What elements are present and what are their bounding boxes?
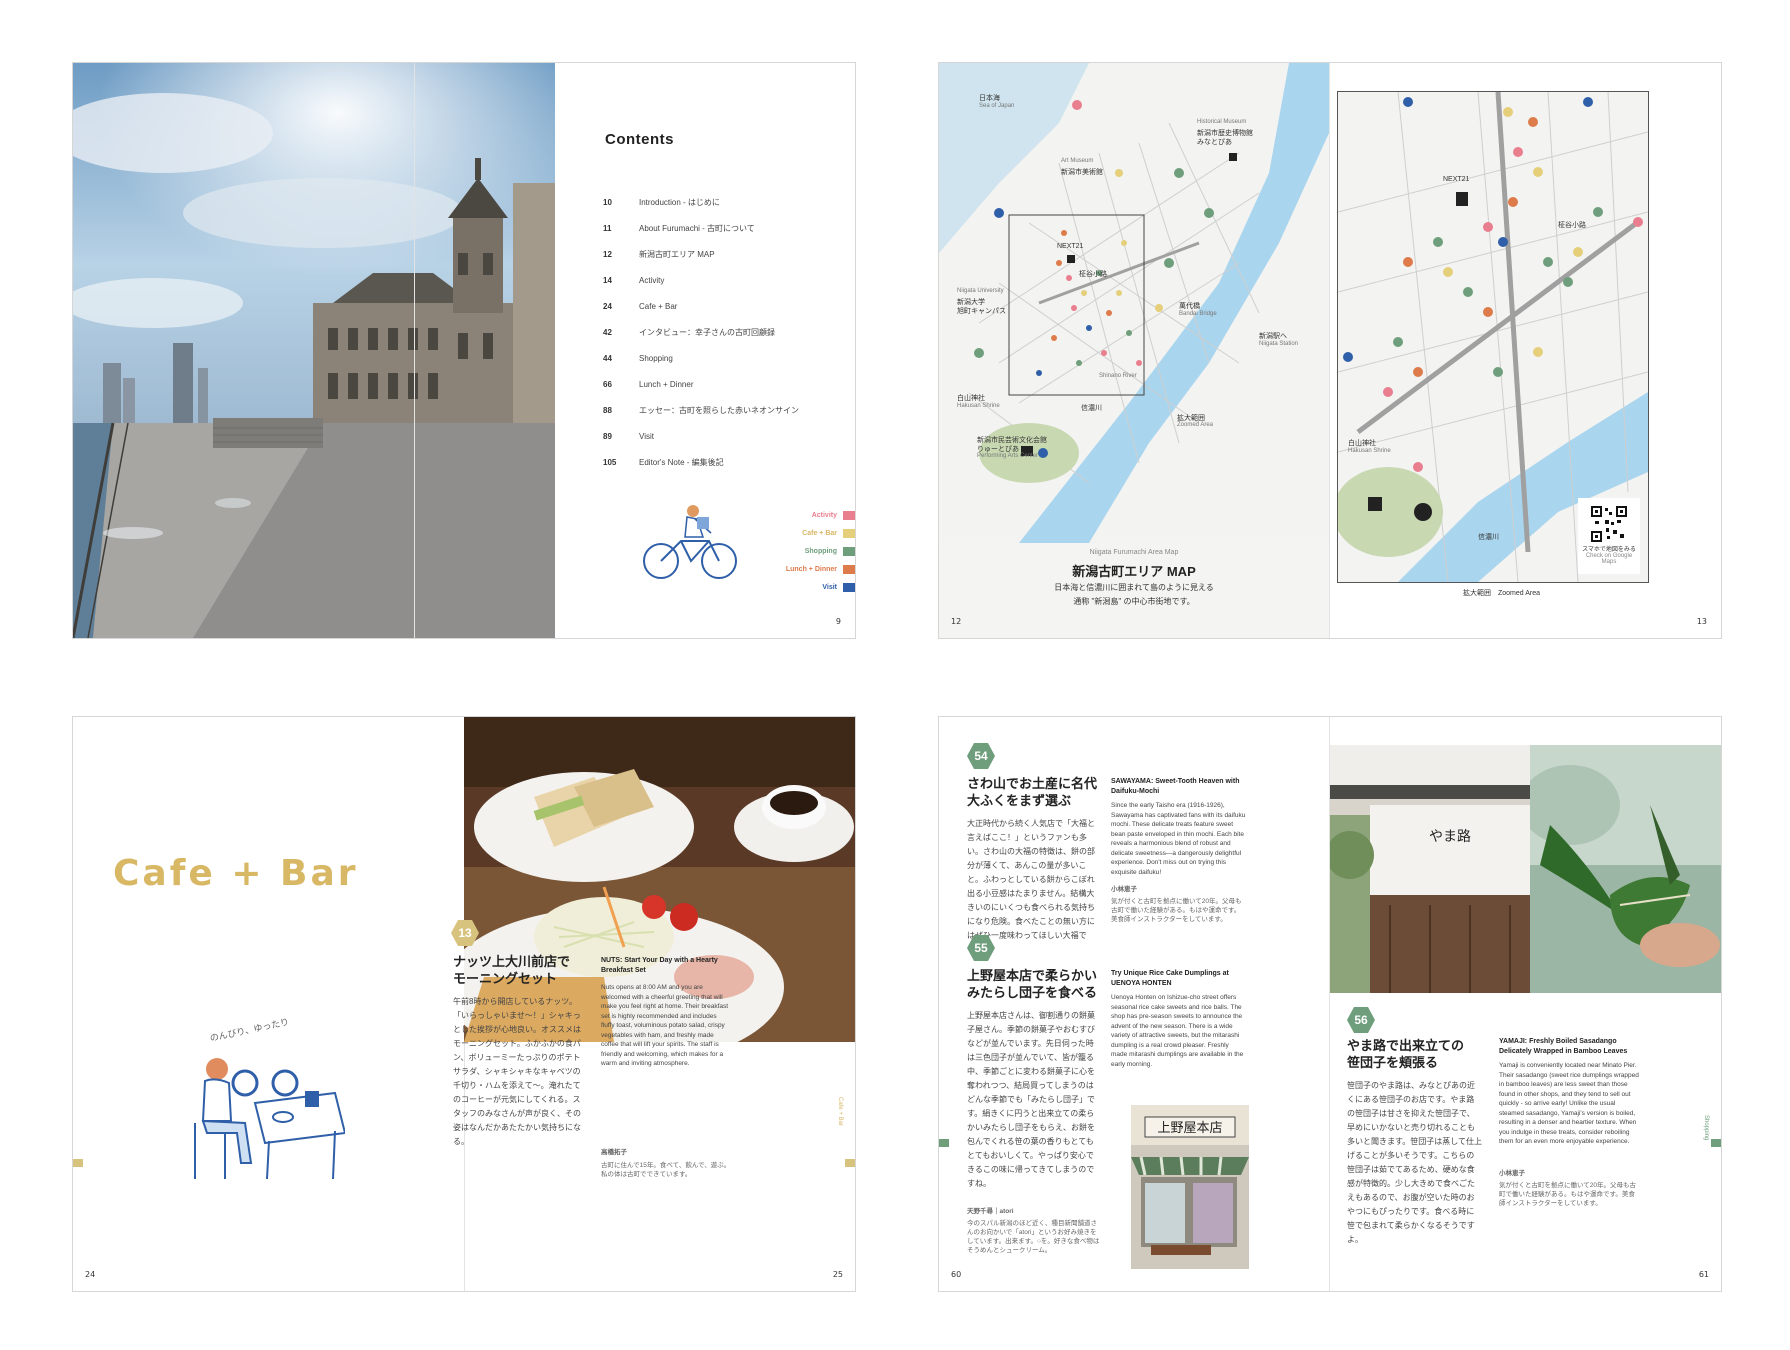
entry-badge: 54	[967, 743, 995, 769]
spread-contents: Contents 10 Introduction - はじめに 11 About F…	[72, 62, 856, 639]
sasadango-photo	[1530, 745, 1721, 993]
legend-swatch	[843, 510, 855, 520]
side-section-label: Cafe + Bar	[837, 1097, 843, 1126]
entry-body-en: Yamaji is conveniently located near Mina…	[1499, 1062, 1639, 1145]
uenoya-shop-photo: 上野屋本店	[1131, 1105, 1249, 1269]
section-marker	[939, 1139, 949, 1147]
section-marker	[845, 1159, 855, 1167]
entry-body-jp: 上野屋本店さんは、御割通りの餅菓子屋さん。季節の餅菓子やおむすびなどが並んでいま…	[967, 1011, 1095, 1188]
toc-row[interactable]: 11 About Furumachi - 古町について	[603, 215, 823, 241]
cafe-illustration	[185, 1053, 347, 1188]
entry-body-en: Since the early Taisho era (1916-1926), …	[1111, 802, 1246, 876]
cover-photo-museum	[73, 63, 555, 638]
author-name: 小林恵子	[1499, 1170, 1525, 1177]
entry-body-en: Uenoya Honten on Ishizue-cho street offe…	[1111, 994, 1244, 1068]
author-name: 天野千尋｜atori	[967, 1208, 1014, 1215]
toc-row[interactable]: 66 Lunch + Dinner	[603, 371, 823, 397]
toc-row[interactable]: 42 インタビュー：幸子さんの古町回顧録	[603, 319, 823, 345]
page-number: 9	[835, 617, 841, 626]
google-maps-qr[interactable]: スマホで地図をみる Check on Google Maps	[1578, 498, 1640, 574]
legend-swatch	[843, 546, 855, 556]
cyclist-illustration	[641, 503, 741, 588]
section-marker	[73, 1159, 83, 1167]
legend-item-shopping: Shopping	[786, 542, 855, 560]
entry-title: モーニングセット	[453, 971, 558, 986]
entry-title-en: YAMAJI: Freshly Boiled Sasadango Delicat…	[1499, 1038, 1628, 1055]
author-name: 小林恵子	[1111, 886, 1137, 893]
spread-cafe-bar: Cafe + Bar のんびり、ゆったり 24 13 ナッツ上大川前店で モーニ…	[72, 716, 856, 1292]
entry-body-en: Nuts opens at 8:00 AM and you are welcom…	[601, 984, 729, 1067]
toc-row[interactable]: 24 Cafe + Bar	[603, 293, 823, 319]
legend-swatch	[843, 564, 855, 574]
page-number: 24	[85, 1270, 96, 1279]
category-legend: Activity Cafe + Bar Shopping Lunch + Din…	[786, 506, 855, 596]
area-map[interactable]: 日本海 Sea of Japan Historical Museum 新潟市歴史…	[939, 63, 1329, 638]
zoomed-map[interactable]: NEXT21 柾谷小路 白山神社 Hakusan Shrine 信濃川 スマホで…	[1337, 91, 1649, 583]
toc-row[interactable]: 12 新潟古町エリア MAP	[603, 241, 823, 267]
spread-fold	[414, 63, 415, 638]
toc-row[interactable]: 88 エッセー：古町を照らした赤いネオンサイン	[603, 397, 823, 423]
page-number: 13	[1696, 617, 1707, 626]
author-bio: 古町に住んで15年。食べて、飲んで、遊ぶ。私の体は古町でできています。	[601, 1162, 731, 1178]
toc-row[interactable]: 14 Activity	[603, 267, 823, 293]
table-of-contents: 10 Introduction - はじめに 11 About Furumachi …	[603, 189, 823, 475]
entry-title: さわ山でお土産に名代	[967, 776, 1098, 791]
map-description: 日本海と信濃川に囲まれて島のように見える	[1054, 583, 1214, 592]
legend-item-activity: Activity	[786, 506, 855, 524]
qr-code-icon	[1591, 506, 1627, 542]
author-bio: 今のスパル新潟のほど近く、種目新聞舗道さんのお向かいで「atori」というお好み…	[967, 1220, 1100, 1254]
toc-row[interactable]: 89 Visit	[603, 423, 823, 449]
author-name: 高橋拓子	[601, 1149, 627, 1156]
legend-item-lunch-dinner: Lunch + Dinner	[786, 560, 855, 578]
side-section-label: Shopping	[1703, 1115, 1709, 1141]
entry-title-en: NUTS: Start Your Day with a Hearty Break…	[601, 957, 718, 974]
legend-item-visit: Visit	[786, 578, 855, 596]
entry-body-jp: 午前8時から開店しているナッツ。「いらっしゃいませ〜！」シャキっとした挨拶が心地…	[453, 997, 581, 1146]
spread-fold	[1329, 63, 1330, 638]
section-marker	[1711, 1139, 1721, 1147]
map-title: 新潟古町エリア MAP	[1072, 564, 1196, 579]
map-caption-en: Niigata Furumachi Area Map	[1089, 549, 1179, 556]
entry-badge: 56	[1347, 1007, 1375, 1033]
contents-title: Contents	[605, 131, 674, 148]
spread-map: 日本海 Sea of Japan Historical Museum 新潟市歴史…	[938, 62, 1722, 639]
spread-shopping: 54 さわ山でお土産に名代 大ふくをまず選ぶ 大正時代から続く人気店で「大福と言…	[938, 716, 1722, 1292]
legend-swatch	[843, 582, 855, 592]
entry-title: やま路で出来立ての	[1347, 1038, 1465, 1053]
yamaji-storefront-photo: やま路	[1330, 745, 1530, 993]
entry-title-en: SAWAYAMA: Sweet-Tooth Heaven with Daifuk…	[1111, 778, 1240, 795]
legend-swatch	[843, 528, 855, 538]
entry-title-en: Try Unique Rice Cake Dumplings at UENOYA…	[1111, 970, 1229, 987]
author-bio: 気が付くと古町を拠点に働いて20年。父母も古町で働いた経験がある。もはや運命です…	[1499, 1182, 1637, 1207]
page-number: 61	[1698, 1270, 1709, 1279]
legend-item-cafe-bar: Cafe + Bar	[786, 524, 855, 542]
toc-row[interactable]: 10 Introduction - はじめに	[603, 189, 823, 215]
toc-row[interactable]: 105 Editor's Note - 編集後記	[603, 449, 823, 475]
section-title: Cafe + Bar	[113, 853, 359, 894]
entry-title: 上野屋本店で柔らかい	[967, 968, 1098, 983]
entry-title: 笹団子を頬張る	[1347, 1055, 1439, 1070]
tagline: のんびり、ゆったり	[208, 1016, 290, 1044]
page-number: 25	[832, 1270, 843, 1279]
page-number: 60	[951, 1270, 962, 1279]
toc-row[interactable]: 44 Shopping	[603, 345, 823, 371]
shop-sign-text: 上野屋本店	[1157, 1121, 1222, 1136]
noren-text: やま路	[1429, 829, 1471, 845]
zoomed-area-caption: 拡大範囲 Zoomed Area	[1463, 590, 1541, 597]
entry-body-jp: 笹団子のやま路は、みなとぴあの近くにある笹団子のお店です。やま路の笹団子は甘さを…	[1347, 1081, 1482, 1244]
author-bio: 気が付くと古町を拠点に働いて20年。父母も古町で働いた経験がある。もはや運命です…	[1111, 898, 1242, 923]
entry-title: みたらし団子を食べる	[967, 985, 1098, 1000]
page-number: 12	[951, 617, 962, 626]
entry-title: 大ふくをまず選ぶ	[967, 793, 1072, 808]
entry-title: ナッツ上大川前店で	[453, 954, 571, 969]
map-description: 通称 "新潟島" の中心市街地です。	[1073, 597, 1195, 606]
